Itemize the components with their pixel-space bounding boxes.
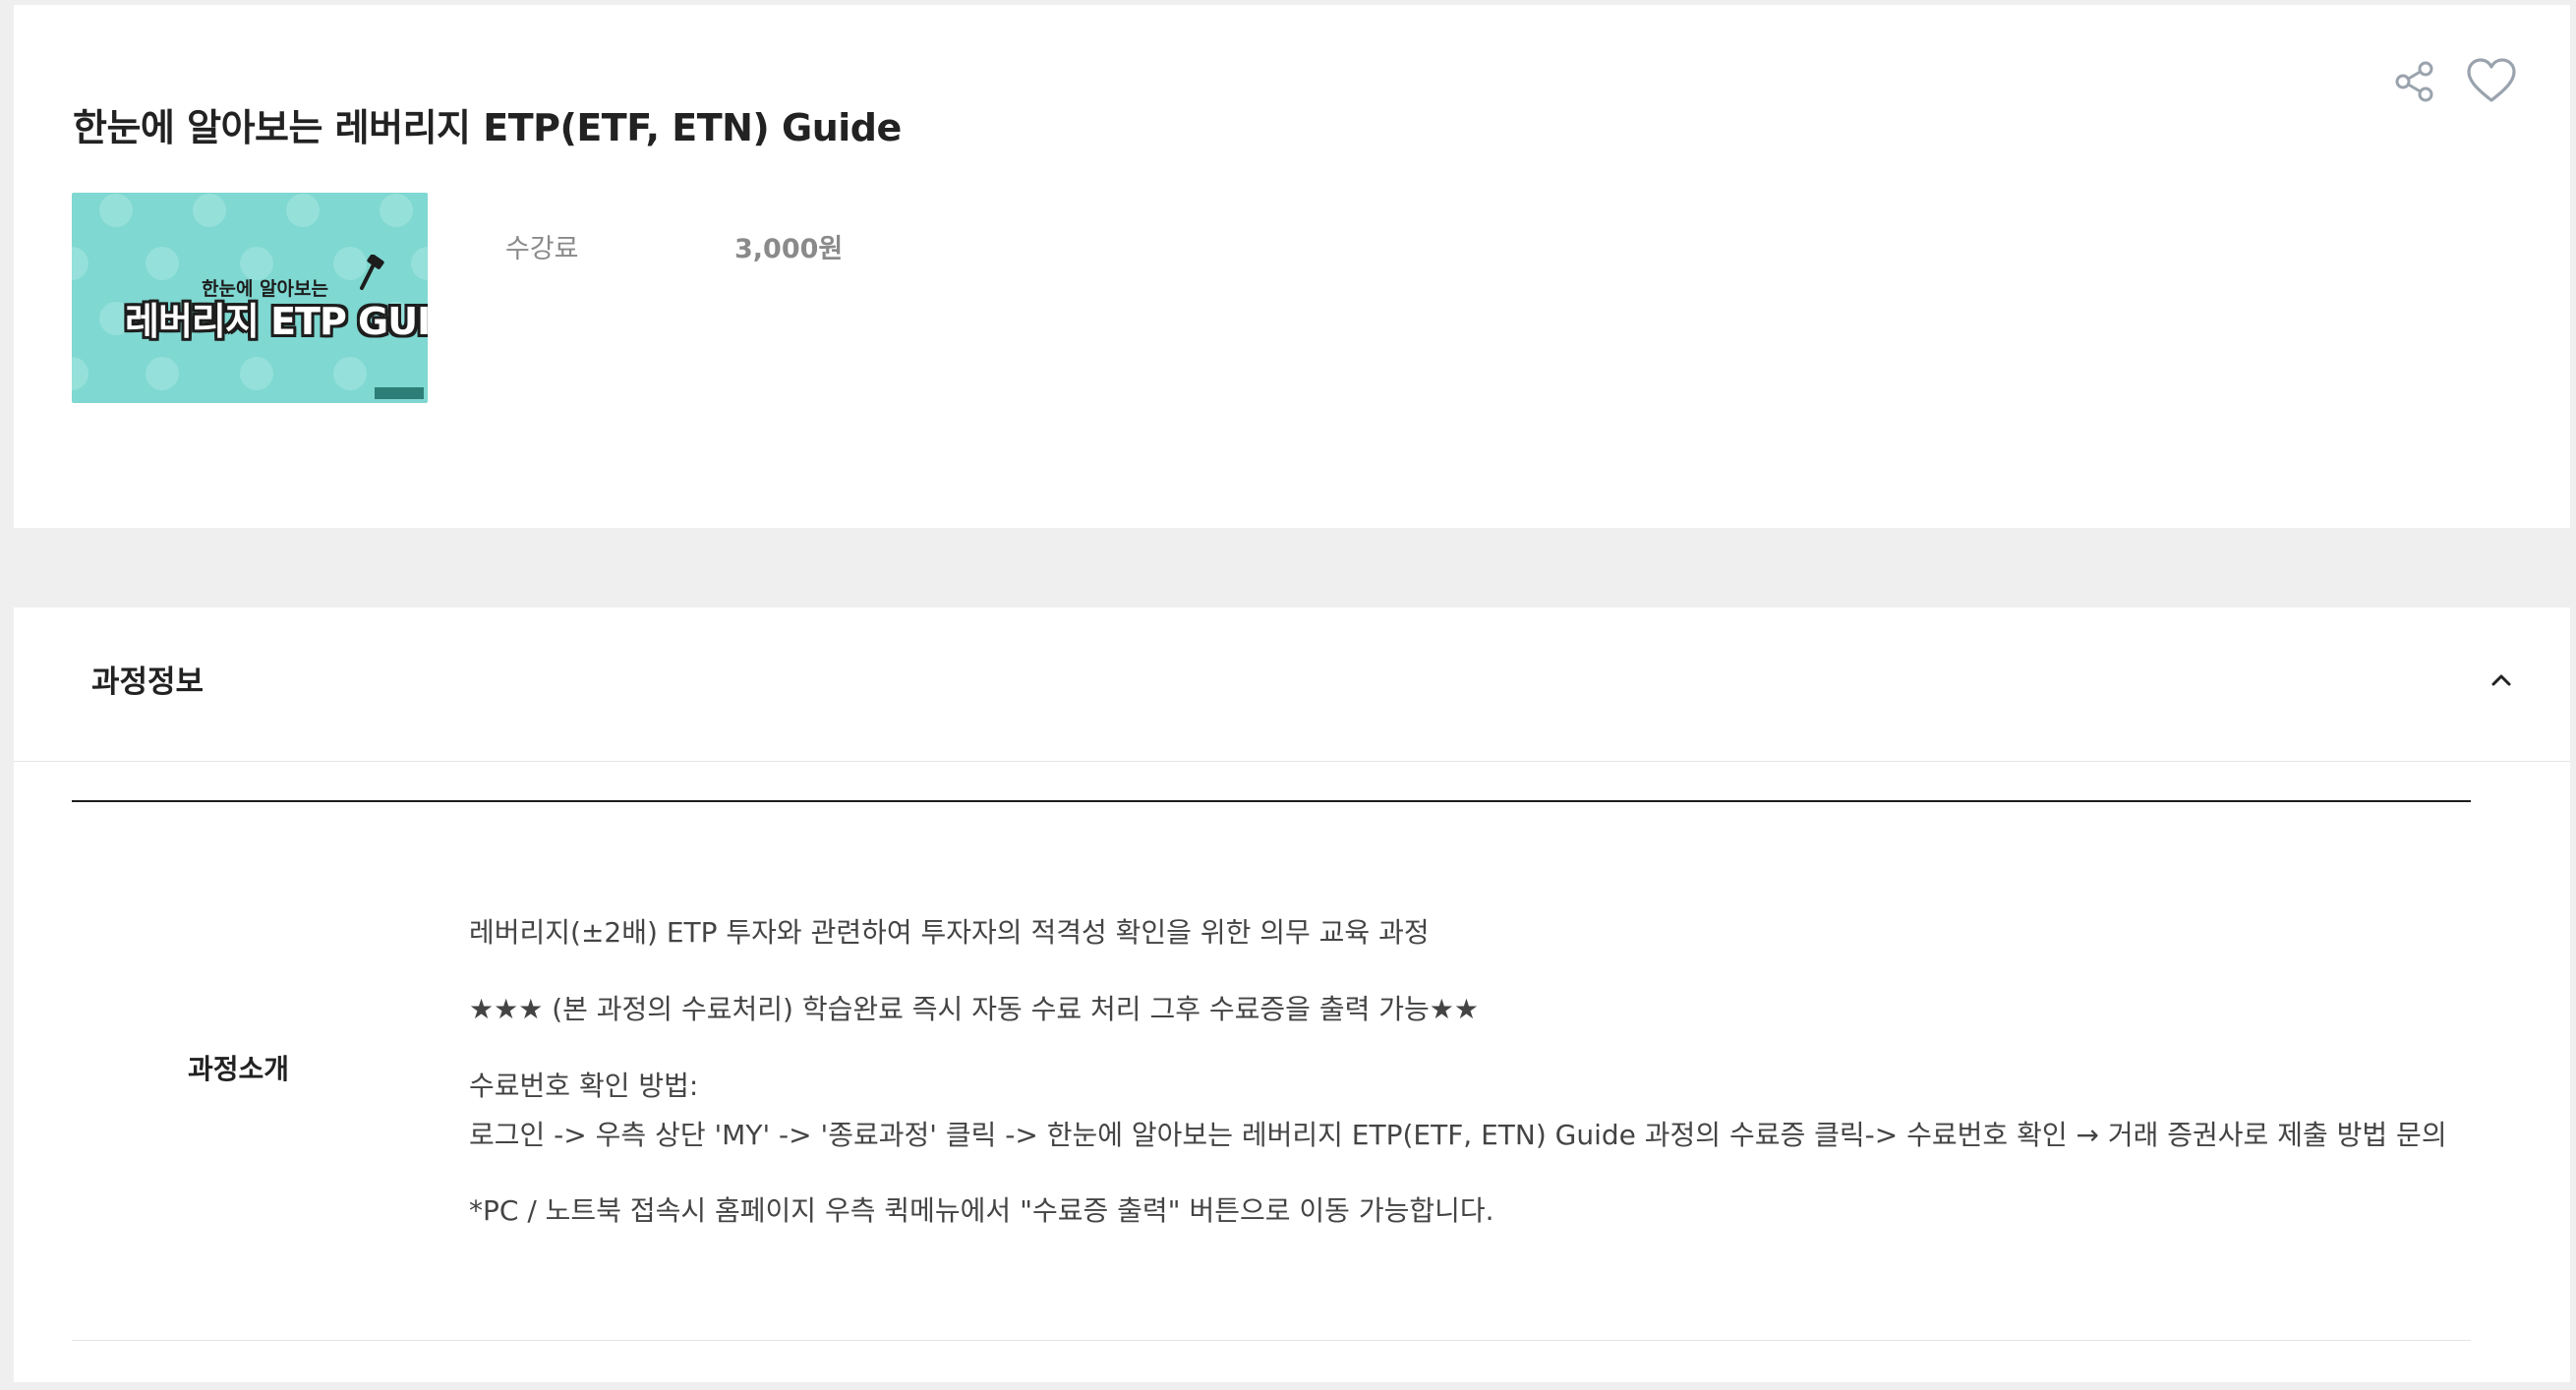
course-info-card: 과정정보 과정소개 레버리지(±2배) ETP 투자와 관련하여 투자자의 적격… <box>14 608 2570 1382</box>
intro-line: 레버리지(±2배) ETP 투자와 관련하여 투자자의 적격성 확인을 위한 의… <box>469 916 1430 949</box>
hammer-icon <box>360 255 384 290</box>
course-info-toggle[interactable]: 과정정보 <box>14 608 2570 762</box>
thumbnail-title: 레버리지 ETP GUIDE <box>125 300 428 343</box>
section-title: 과정정보 <box>91 665 205 700</box>
fee-value: 3,000원 <box>734 234 844 264</box>
table-top-divider <box>72 800 2471 802</box>
intro-label: 과정소개 <box>188 1053 290 1085</box>
intro-line: *PC / 노트북 접속시 홈페이지 우측 퀵메뉴에서 "수료증 출력" 버튼으… <box>469 1194 1494 1227</box>
intro-line: ★★★ (본 과정의 수료처리) 학습완료 즉시 자동 수료 처리 그후 수료증… <box>469 993 1479 1025</box>
course-summary-card: 한눈에 알아보는 레버리지 ETP(ETF, ETN) Guide 한눈에 알아… <box>14 5 2570 528</box>
table-bottom-divider <box>72 1340 2471 1341</box>
intro-line: 수료번호 확인 방법: <box>469 1070 699 1102</box>
fee-label: 수강료 <box>505 234 579 264</box>
heart-icon <box>2467 58 2516 102</box>
intro-line: 로그인 -> 우측 상단 'MY' -> '종료과정' 클릭 -> 한눈에 알아… <box>469 1119 2447 1151</box>
thumbnail-tag <box>375 387 424 399</box>
share-icon <box>2395 61 2433 102</box>
chevron-up-icon[interactable] <box>2488 666 2515 694</box>
share-button[interactable] <box>2390 57 2439 106</box>
course-title: 한눈에 알아보는 레버리지 ETP(ETF, ETN) Guide <box>73 106 902 149</box>
course-thumbnail[interactable]: 한눈에 알아보는 레버리지 ETP GUIDE <box>72 193 428 403</box>
favorite-button[interactable] <box>2465 57 2518 106</box>
